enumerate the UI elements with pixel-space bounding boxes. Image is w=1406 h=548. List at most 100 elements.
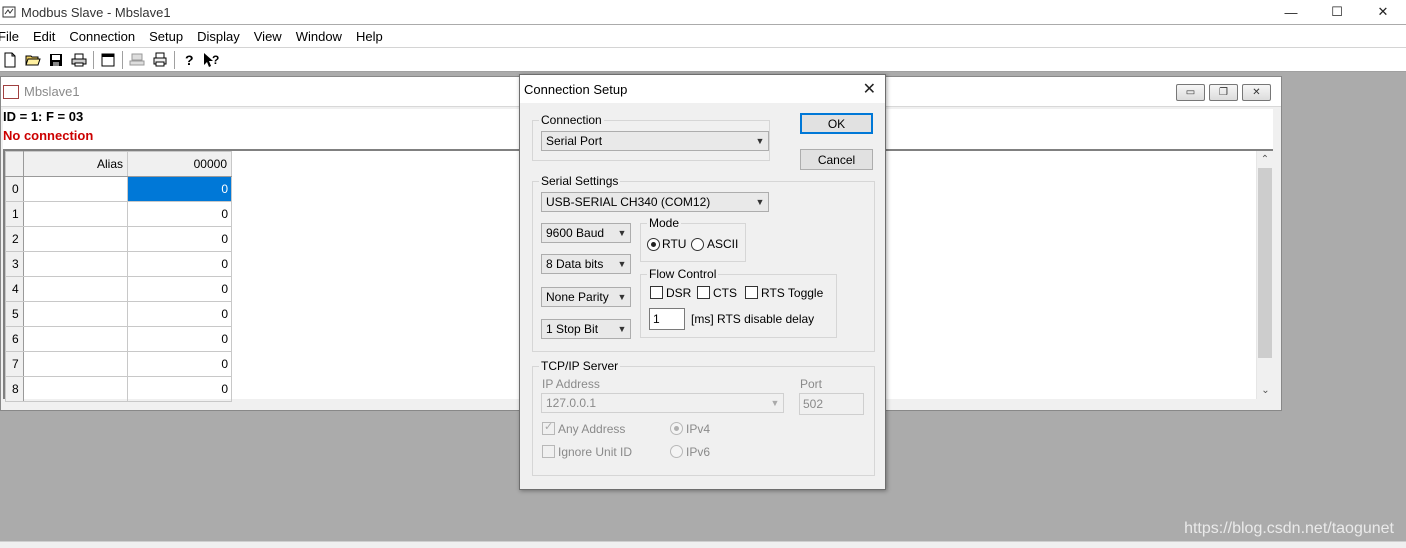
alias-cell[interactable] (23, 326, 128, 352)
register-value-cell[interactable]: 0 (127, 326, 232, 352)
connection-value: Serial Port (546, 134, 603, 148)
rts-toggle-checkbox[interactable] (745, 286, 758, 299)
printer-icon[interactable] (151, 51, 169, 69)
chevron-down-icon: ▼ (617, 292, 627, 302)
register-value-cell[interactable]: 0 (127, 301, 232, 327)
menu-connection[interactable]: Connection (63, 29, 143, 44)
dialog-title: Connection Setup (524, 81, 628, 97)
alias-cell[interactable] (23, 376, 128, 402)
port-value: 502 (803, 397, 824, 411)
any-address-label: Any Address (558, 422, 626, 436)
table-row: 20 (5, 226, 232, 252)
print-icon[interactable] (70, 51, 88, 69)
menu-view[interactable]: View (248, 29, 290, 44)
dialog-close-icon[interactable]: ✕ (863, 79, 876, 99)
alias-cell[interactable] (23, 351, 128, 377)
table-row: 30 (5, 251, 232, 277)
child-close-button[interactable]: ✕ (1242, 84, 1271, 101)
new-icon[interactable] (1, 51, 19, 69)
data-bits-select[interactable]: 8 Data bits ▼ (541, 254, 631, 274)
menu-setup[interactable]: Setup (143, 29, 191, 44)
status-bar (0, 541, 1406, 548)
chevron-down-icon: ▼ (617, 228, 627, 238)
any-address-checkbox[interactable] (542, 420, 555, 435)
rts-toggle-label: RTS Toggle (761, 286, 824, 300)
help-icon[interactable]: ? (180, 51, 198, 69)
open-icon[interactable] (24, 51, 42, 69)
ascii-radio[interactable] (691, 238, 704, 251)
row-number: 0 (5, 176, 24, 202)
table-row: 50 (5, 301, 232, 327)
menu-help[interactable]: Help (350, 29, 391, 44)
register-value-cell[interactable]: 0 (127, 351, 232, 377)
alias-cell[interactable] (23, 251, 128, 277)
window-icon[interactable] (99, 51, 117, 69)
register-value-cell[interactable]: 0 (127, 276, 232, 302)
scroll-up-icon[interactable]: ⌃ (1257, 151, 1273, 168)
rts-delay-input[interactable]: 1 (649, 308, 685, 330)
minimize-button[interactable]: — (1268, 0, 1314, 24)
close-button[interactable]: ✕ (1360, 0, 1406, 24)
register-value-cell[interactable]: 0 (127, 251, 232, 277)
dsr-checkbox[interactable] (650, 286, 663, 299)
toolbar-separator (174, 50, 176, 69)
data-bits-value: 8 Data bits (546, 257, 604, 271)
cancel-button[interactable]: Cancel (800, 149, 873, 170)
register-value-cell[interactable]: 0 (127, 376, 232, 402)
baud-select[interactable]: 9600 Baud ▼ (541, 223, 631, 243)
mode-legend: Mode (649, 216, 680, 230)
menu-edit[interactable]: Edit (27, 29, 63, 44)
connection-legend: Connection (541, 113, 602, 127)
row-number: 1 (5, 201, 24, 227)
alias-cell[interactable] (23, 226, 128, 252)
maximize-button[interactable]: ☐ (1314, 0, 1360, 24)
row-number: 2 (5, 226, 24, 252)
alias-cell[interactable] (23, 276, 128, 302)
toolbar-separator (93, 50, 95, 69)
ignore-unit-id-checkbox[interactable] (542, 445, 555, 458)
chevron-down-icon: ▼ (617, 324, 627, 334)
connection-select[interactable]: Serial Port ▼ (541, 131, 769, 151)
row-number: 7 (5, 351, 24, 377)
menu-display[interactable]: Display (191, 29, 248, 44)
child-restore-button[interactable]: ❐ (1209, 84, 1238, 101)
alias-cell[interactable] (23, 176, 128, 202)
register-value-cell[interactable]: 0 (127, 201, 232, 227)
table-row: 80 (5, 376, 232, 402)
ip-address-value: 127.0.0.1 (546, 396, 597, 410)
ipv4-radio[interactable] (670, 422, 683, 435)
menu-window[interactable]: Window (290, 29, 350, 44)
slave-id-line: ID = 1: F = 03 (3, 109, 84, 124)
cts-checkbox[interactable] (697, 286, 710, 299)
rts-delay-value: 1 (653, 312, 660, 326)
register-value-cell[interactable]: 0 (127, 176, 232, 202)
vertical-scrollbar[interactable]: ⌃ ⌄ (1256, 151, 1273, 399)
table-row: 10 (5, 201, 232, 227)
parity-select[interactable]: None Parity ▼ (541, 287, 631, 307)
alias-cell[interactable] (23, 301, 128, 327)
dsr-label: DSR (666, 286, 692, 300)
register-value-cell[interactable]: 0 (127, 226, 232, 252)
ok-button[interactable]: OK (800, 113, 873, 134)
ip-address-select[interactable]: 127.0.0.1 ▼ (541, 393, 784, 413)
save-icon[interactable] (47, 51, 65, 69)
serial-port-select[interactable]: USB-SERIAL CH340 (COM12) ▼ (541, 192, 769, 212)
alias-cell[interactable] (23, 201, 128, 227)
port-input[interactable]: 502 (799, 393, 864, 415)
scroll-thumb[interactable] (1258, 168, 1272, 358)
ipv6-radio[interactable] (670, 445, 683, 458)
scroll-down-icon[interactable]: ⌄ (1257, 382, 1274, 399)
rtu-radio[interactable] (647, 238, 660, 251)
table-row: 70 (5, 351, 232, 377)
table-row: 40 (5, 276, 232, 302)
stop-bits-select[interactable]: 1 Stop Bit ▼ (541, 319, 631, 339)
row-number: 6 (5, 326, 24, 352)
cts-label: CTS (713, 286, 737, 300)
chevron-down-icon: ▼ (755, 136, 765, 146)
connect-icon[interactable] (128, 51, 146, 69)
grid-corner (5, 151, 24, 177)
menu-file[interactable]: File (0, 29, 27, 44)
child-minimize-button[interactable]: ▭ (1176, 84, 1205, 101)
document-icon (3, 84, 19, 99)
context-help-icon[interactable]: ? (203, 51, 221, 69)
